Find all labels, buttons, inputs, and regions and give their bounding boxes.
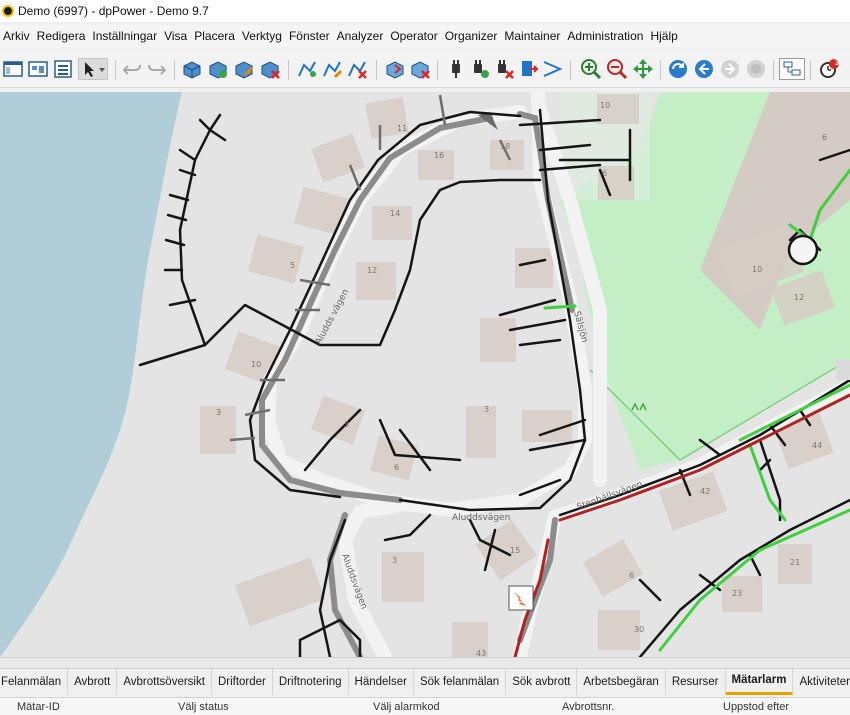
house-number: 6 <box>602 169 607 178</box>
object-edit-icon[interactable] <box>233 58 255 80</box>
package-icon[interactable] <box>384 58 406 80</box>
object-move-icon[interactable] <box>207 58 229 80</box>
house-number: 3 <box>392 556 397 565</box>
tab-driftnotering[interactable]: Driftnotering <box>273 668 349 695</box>
house-number: 23 <box>732 589 742 598</box>
tab-aktiviteter[interactable]: Aktiviteter <box>793 669 850 695</box>
tab-sok-avbrott[interactable]: Sök avbrott <box>506 668 578 695</box>
tab-avbrottsoversikt[interactable]: Avbrottsöversikt <box>117 668 212 695</box>
alarm-table-header: Mätar-ID Välj status Välj alarmkod Avbro… <box>0 697 850 715</box>
house-number: 10 <box>251 360 261 369</box>
menu-bar: Arkiv Redigera Inställningar Visa Placer… <box>0 25 850 47</box>
tab-handelser[interactable]: Händelser <box>349 668 414 695</box>
pan-icon[interactable] <box>632 58 654 80</box>
col-valj-status[interactable]: Välj status <box>178 701 229 713</box>
back-icon[interactable] <box>693 58 715 80</box>
tab-felanmalan[interactable]: Felanmälan <box>0 668 69 695</box>
house-number: 18 <box>500 142 510 151</box>
line-delete-icon[interactable] <box>346 58 368 80</box>
connect-plug-icon[interactable] <box>445 58 467 80</box>
zoom-out-icon[interactable] <box>606 58 628 80</box>
tab-sok-felanmalan[interactable]: Sök felanmälan <box>414 668 507 695</box>
house-number: 10 <box>600 101 610 110</box>
house-number: 3 <box>344 420 349 429</box>
menu-hjalp[interactable]: Hjälp <box>647 29 681 43</box>
tab-arbetsbegaran[interactable]: Arbetsbegäran <box>577 668 666 695</box>
house-number: 6 <box>394 463 399 472</box>
menu-administration[interactable]: Administration <box>564 29 647 43</box>
house-number: 11 <box>397 124 407 133</box>
plug-add-icon[interactable] <box>469 58 491 80</box>
menu-verktyg[interactable]: Verktyg <box>239 29 286 43</box>
object-create-icon[interactable] <box>181 58 203 80</box>
house-number: 42 <box>700 487 710 496</box>
alarm-clock-icon[interactable]: 3 <box>818 58 840 80</box>
menu-redigera[interactable]: Redigera <box>34 29 90 43</box>
menu-visa[interactable]: Visa <box>161 29 191 43</box>
app-logo-icon <box>2 5 14 17</box>
plug-remove-icon[interactable] <box>493 58 515 80</box>
col-avbrottsnr[interactable]: Avbrottsnr. <box>562 701 614 713</box>
package-delete-icon[interactable] <box>409 58 431 80</box>
menu-analyzer[interactable]: Analyzer <box>334 29 388 43</box>
house-number: 10 <box>752 265 762 274</box>
house-number: 15 <box>510 546 520 555</box>
refresh-map-icon[interactable] <box>667 58 689 80</box>
menu-organizer[interactable]: Organizer <box>442 29 502 43</box>
house-number: 14 <box>390 209 400 218</box>
dashboard-icon[interactable] <box>27 58 49 80</box>
document-export-icon[interactable] <box>517 58 539 80</box>
tab-avbrott[interactable]: Avbrott <box>68 668 118 695</box>
window-title: Demo (6997) - dpPower - Demo 9.7 <box>18 4 209 18</box>
house-number: 16 <box>434 151 444 160</box>
menu-placera[interactable]: Placera <box>191 29 239 43</box>
menu-operator[interactable]: Operator <box>387 29 441 43</box>
house-number: 12 <box>367 266 377 275</box>
house-number: 30 <box>634 625 644 634</box>
undo-icon[interactable] <box>121 58 143 80</box>
line-create-icon[interactable] <box>296 58 318 80</box>
zoom-in-icon[interactable] <box>580 58 602 80</box>
stop-icon[interactable] <box>745 58 767 80</box>
map-status-strip <box>0 657 850 668</box>
list-view-icon[interactable] <box>52 58 74 80</box>
road-label-2: Aluddsvägen <box>452 513 510 523</box>
tab-driftorder[interactable]: Driftorder <box>212 668 273 695</box>
window-layout-icon[interactable] <box>2 58 24 80</box>
menu-installningar[interactable]: Inställningar <box>89 29 161 43</box>
col-matar-id[interactable]: Mätar-ID <box>17 701 60 713</box>
notification-count-badge: 3 <box>834 58 840 67</box>
col-uppstod-efter[interactable]: Uppstod efter <box>723 701 789 713</box>
layers-icon[interactable] <box>779 58 805 80</box>
menu-fonster[interactable]: Fönster <box>286 29 334 43</box>
bottom-tab-bar: Felanmälan Avbrott Avbrottsöversikt Drif… <box>0 668 850 695</box>
house-number: 43 <box>476 649 486 657</box>
map-view[interactable]: Aludds vägen Aluddsvägen Stenhällsvägen … <box>0 92 850 657</box>
forward-icon[interactable] <box>719 58 741 80</box>
col-valj-alarmkod[interactable]: Välj alarmkod <box>373 701 440 713</box>
house-number: 3 <box>216 408 221 417</box>
title-bar: Demo (6997) - dpPower - Demo 9.7 <box>0 0 850 22</box>
menu-maintainer[interactable]: Maintainer <box>501 29 564 43</box>
toolbar: 3 <box>0 52 850 88</box>
object-delete-icon[interactable] <box>259 58 281 80</box>
line-edit-icon[interactable] <box>321 58 343 80</box>
fault-marker-icon <box>508 585 534 611</box>
house-number: 6 <box>822 133 827 142</box>
house-number: 44 <box>812 441 822 450</box>
house-number: 21 <box>790 558 800 567</box>
house-number: 12 <box>794 293 804 302</box>
tab-matarlarm[interactable]: Mätarlarm <box>725 668 794 695</box>
house-number: 3 <box>484 405 489 414</box>
redo-icon[interactable] <box>146 58 168 80</box>
trace-icon[interactable] <box>541 58 563 80</box>
menu-arkiv[interactable]: Arkiv <box>0 29 34 43</box>
select-pointer-icon[interactable] <box>78 58 108 80</box>
house-number: 6 <box>629 571 634 580</box>
tab-resurser[interactable]: Resurser <box>666 668 726 695</box>
house-number: 5 <box>290 261 295 270</box>
